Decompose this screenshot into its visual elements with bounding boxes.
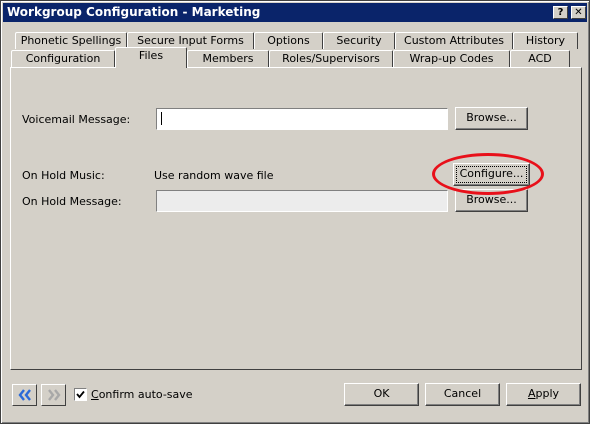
tab-files[interactable]: Files [115, 47, 187, 68]
ok-button[interactable]: OK [344, 383, 419, 406]
tab-security[interactable]: Security [323, 32, 395, 49]
checkmark-icon [76, 390, 85, 399]
on-hold-music-value: Use random wave file [154, 169, 274, 182]
cancel-button[interactable]: Cancel [425, 383, 500, 406]
voicemail-message-field[interactable] [156, 108, 448, 130]
close-button[interactable]: ✕ [571, 6, 586, 19]
tab-phonetic-spellings[interactable]: Phonetic Spellings [15, 32, 127, 49]
tab-members[interactable]: Members [187, 50, 269, 67]
confirm-auto-save-checkbox[interactable] [74, 388, 87, 401]
on-hold-message-field[interactable] [156, 190, 448, 212]
apply-mnemonic: A [527, 387, 536, 400]
apply-button[interactable]: Apply [506, 383, 581, 406]
confirm-auto-save-mnemonic: C [91, 388, 99, 401]
tab-history[interactable]: History [513, 32, 578, 49]
apply-label-rest: pply [535, 387, 560, 400]
title-bar[interactable]: Workgroup Configuration - Marketing ? ✕ [3, 3, 587, 22]
tab-custom-attributes[interactable]: Custom Attributes [395, 32, 513, 49]
voicemail-browse-button[interactable]: Browse... [455, 107, 528, 130]
on-hold-music-configure-button[interactable]: Configure... [453, 163, 530, 186]
window-title: Workgroup Configuration - Marketing [7, 5, 261, 19]
confirm-auto-save-label-rest: onfirm auto-save [98, 388, 193, 401]
double-chevron-left-icon [17, 389, 31, 401]
tab-options[interactable]: Options [254, 32, 323, 49]
tab-roles-supervisors[interactable]: Roles/Supervisors [269, 50, 393, 67]
voicemail-message-label: Voicemail Message: [22, 113, 131, 126]
tab-acd[interactable]: ACD [510, 50, 570, 67]
double-chevron-right-icon [47, 389, 61, 401]
tab-configuration[interactable]: Configuration [11, 50, 115, 67]
next-button[interactable] [41, 384, 66, 406]
on-hold-message-label: On Hold Message: [22, 195, 122, 208]
on-hold-message-browse-button[interactable]: Browse... [455, 189, 528, 212]
previous-button[interactable] [12, 384, 37, 406]
workgroup-configuration-window: Workgroup Configuration - Marketing ? ✕ … [0, 0, 590, 424]
files-tab-panel: Voicemail Message: Browse... On Hold Mus… [10, 67, 582, 370]
help-button[interactable]: ? [553, 6, 568, 19]
on-hold-music-label: On Hold Music: [22, 169, 105, 182]
tab-wrap-up-codes[interactable]: Wrap-up Codes [393, 50, 510, 67]
confirm-auto-save-label[interactable]: Confirm auto-save [91, 388, 193, 401]
text-caret [161, 112, 162, 125]
